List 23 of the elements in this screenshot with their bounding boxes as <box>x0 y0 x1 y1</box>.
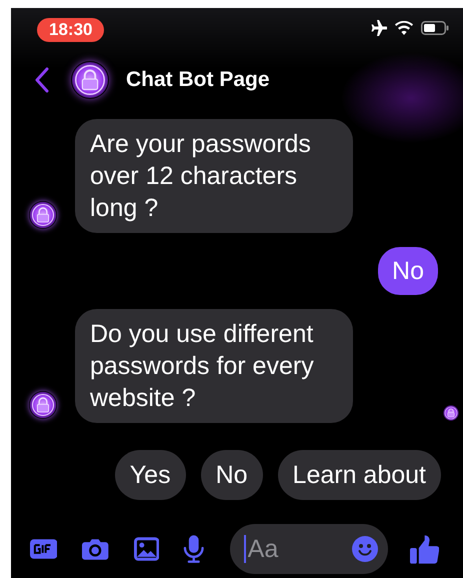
user-message: No <box>378 247 438 295</box>
quick-reply-button[interactable]: Yes <box>114 450 186 500</box>
camera-icon[interactable] <box>81 537 110 561</box>
bot-message: Do you use different passwords for every website ? <box>75 309 353 423</box>
microphone-icon[interactable] <box>183 535 205 563</box>
chat-title: Chat Bot Page <box>126 68 270 92</box>
back-icon[interactable] <box>35 67 49 93</box>
battery-icon <box>421 21 449 35</box>
message-bar[interactable]: Aa <box>230 524 388 574</box>
emoji-icon[interactable] <box>352 536 378 562</box>
bot-avatar <box>29 201 57 229</box>
status-time: 18:30 <box>37 18 104 42</box>
airplane-icon <box>369 20 387 36</box>
thumbs-up-icon[interactable] <box>410 534 439 564</box>
profile-avatar <box>71 61 109 99</box>
wifi-icon <box>395 21 413 35</box>
bot-avatar <box>29 391 57 419</box>
bot-message: Are your passwords over 12 characters long ? <box>75 119 353 233</box>
gif-icon[interactable] <box>30 537 58 561</box>
message-field[interactable]: Aa <box>246 534 352 564</box>
quick-reply-button[interactable]: No <box>200 450 263 500</box>
image-icon[interactable] <box>134 537 160 561</box>
quick-reply-button[interactable]: Learn about <box>278 450 441 500</box>
